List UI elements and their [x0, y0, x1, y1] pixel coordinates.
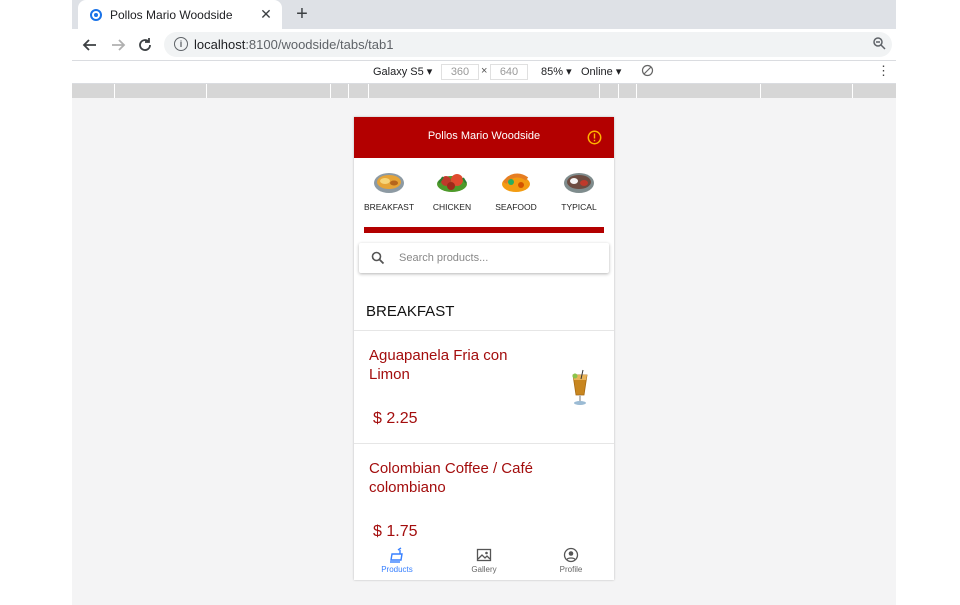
category-seafood[interactable]: SEAFOOD	[487, 169, 545, 212]
product-name[interactable]: Aguapanela Fria con Limon	[369, 346, 549, 384]
tab-gallery[interactable]: Gallery	[441, 547, 527, 574]
tab-label: Products	[381, 565, 413, 574]
alert-icon[interactable]	[587, 130, 602, 145]
typical-plate-icon	[564, 173, 594, 193]
device-width-field[interactable]: 360	[441, 64, 479, 80]
arrow-right-icon	[112, 39, 126, 51]
category-label: TYPICAL	[561, 202, 597, 212]
chicken-plate-icon	[437, 174, 467, 192]
app-header: Pollos Mario Woodside	[354, 117, 614, 158]
section-title: BREAKFAST	[366, 303, 455, 320]
search-icon	[371, 251, 385, 265]
device-height-field[interactable]: 640	[490, 64, 528, 80]
category-breakfast[interactable]: BREAKFAST	[360, 169, 418, 212]
zoom-icon[interactable]	[872, 36, 886, 55]
tab-label: Gallery	[471, 565, 497, 574]
url-text: localhost:8100/woodside/tabs/tab1	[194, 37, 394, 52]
breakfast-plate-icon	[374, 173, 404, 193]
device-select[interactable]: Galaxy S5 ▾	[373, 65, 432, 78]
info-icon[interactable]: i	[174, 37, 188, 51]
more-options-icon[interactable]: ⋮	[877, 63, 890, 79]
search-bar[interactable]	[359, 243, 609, 273]
dimension-separator: ×	[481, 65, 488, 77]
reload-icon	[139, 38, 151, 51]
device-viewport: Pollos Mario Woodside BREAKFAST CHICKEN …	[354, 117, 614, 580]
arrow-left-icon	[82, 39, 96, 51]
category-tabs: BREAKFAST CHICKEN SEAFOOD TYPICAL	[354, 158, 614, 226]
bottom-tab-bar: Products Gallery Profile	[354, 545, 614, 580]
forward-button[interactable]	[108, 35, 128, 55]
product-price: $ 2.25	[373, 410, 418, 427]
back-button[interactable]	[80, 35, 100, 55]
category-label: BREAKFAST	[363, 202, 415, 212]
tab-title: Pollos Mario Woodside	[110, 7, 233, 22]
address-bar[interactable]: i localhost:8100/woodside/tabs/tab1	[164, 32, 892, 57]
images-icon	[476, 548, 492, 562]
divider	[354, 443, 614, 444]
seafood-plate-icon	[502, 173, 530, 192]
favicon-icon	[90, 8, 102, 21]
drink-glass-icon	[572, 369, 588, 405]
tab-label: Profile	[559, 565, 583, 574]
category-indicator-bar	[364, 227, 604, 233]
device-toolbar: Galaxy S5 ▾ 360 × 640 85% ▾ Online ▾ ⋮	[72, 61, 896, 84]
category-typical[interactable]: TYPICAL	[550, 169, 608, 212]
reload-button[interactable]	[135, 35, 155, 55]
rotate-icon[interactable]	[641, 64, 654, 80]
search-input[interactable]	[399, 250, 599, 266]
category-label: SEAFOOD	[495, 202, 537, 212]
category-label: CHICKEN	[432, 202, 472, 212]
person-circle-icon	[563, 547, 579, 563]
product-name[interactable]: Colombian Coffee / Café colombiano	[369, 459, 549, 497]
media-query-ruler	[72, 84, 896, 98]
app-title: Pollos Mario Woodside	[427, 130, 541, 142]
browser-window: Pollos Mario Woodside ✕ + i localhost:81…	[72, 0, 896, 605]
tab-strip: Pollos Mario Woodside ✕ +	[72, 0, 896, 29]
fastfood-icon	[390, 547, 403, 563]
close-tab-icon[interactable]: ✕	[258, 6, 274, 23]
browser-tab[interactable]: Pollos Mario Woodside ✕	[78, 0, 282, 29]
tab-profile[interactable]: Profile	[528, 547, 614, 574]
zoom-select[interactable]: 85% ▾	[541, 65, 572, 78]
divider	[354, 330, 614, 331]
product-price: $ 1.75	[373, 523, 418, 540]
network-select[interactable]: Online ▾	[581, 65, 621, 78]
browser-toolbar: i localhost:8100/woodside/tabs/tab1	[72, 29, 896, 61]
tab-products[interactable]: Products	[354, 547, 440, 574]
category-chicken[interactable]: CHICKEN	[423, 169, 481, 212]
new-tab-button[interactable]: +	[292, 3, 312, 26]
